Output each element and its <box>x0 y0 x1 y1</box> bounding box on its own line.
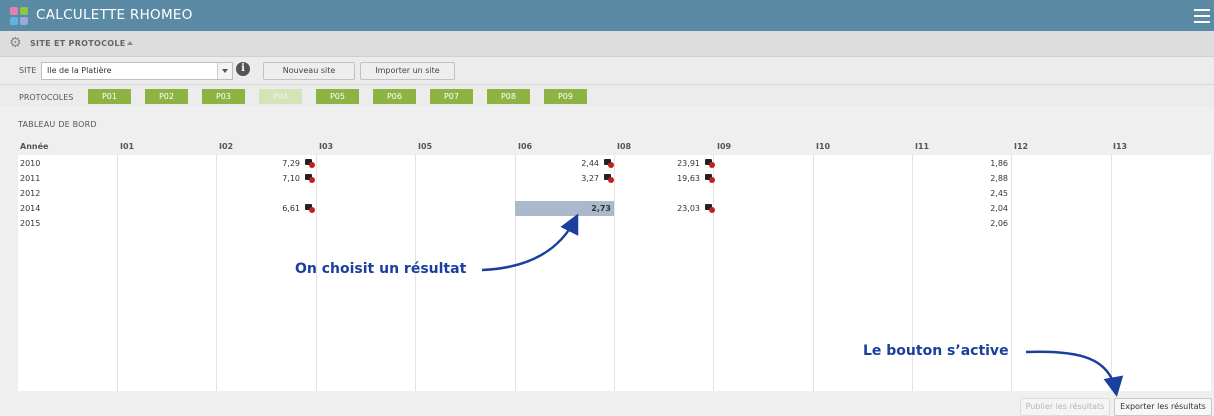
column-header-i02: I02 <box>219 142 234 151</box>
column-header-i06: I06 <box>518 142 533 151</box>
column-header-i10: I10 <box>816 142 831 151</box>
cell-2011-i02[interactable]: 7,10 <box>216 173 300 185</box>
cell-value: 2,45 <box>990 189 1008 198</box>
column-header-i08: I08 <box>617 142 632 151</box>
column-header-i13: I13 <box>1113 142 1128 151</box>
cell-value: 2,88 <box>990 174 1008 183</box>
protocol-button-p01[interactable]: P01 <box>88 89 131 104</box>
comment-icon[interactable] <box>705 204 715 213</box>
cell-2015-i11[interactable]: 2,06 <box>912 218 1008 230</box>
cell-value: 7,10 <box>282 174 300 183</box>
column-divider <box>117 155 118 391</box>
hamburger-menu-icon[interactable] <box>1194 9 1210 23</box>
column-divider <box>1011 155 1012 391</box>
column-divider <box>515 155 516 391</box>
column-header-i09: I09 <box>717 142 732 151</box>
cell-2014-i06-selected[interactable]: 2,73 <box>515 201 614 216</box>
cell-value: 2,04 <box>990 204 1008 213</box>
cell-2014-i08[interactable]: 23,03 <box>614 203 700 215</box>
comment-icon[interactable] <box>705 159 715 168</box>
dashboard: TABLEAU DE BORD Année I01 I02 I03 I05 I0… <box>0 108 1214 416</box>
comment-icon[interactable] <box>705 174 715 183</box>
protocol-button-p08[interactable]: P08 <box>487 89 530 104</box>
column-divider <box>1111 155 1112 391</box>
protocol-button-p09[interactable]: P09 <box>544 89 587 104</box>
cell-2014-i02[interactable]: 6,61 <box>216 203 300 215</box>
cell-2011-i06[interactable]: 3,27 <box>515 173 599 185</box>
cell-2010-i02[interactable]: 7,29 <box>216 158 300 170</box>
column-header-i12: I12 <box>1014 142 1029 151</box>
app-header: CALCULETTE RHOMEO <box>0 0 1214 31</box>
column-header-i01: I01 <box>120 142 135 151</box>
app-logo-icon <box>10 7 28 25</box>
protocol-button-p07[interactable]: P07 <box>430 89 473 104</box>
column-divider <box>216 155 217 391</box>
column-divider <box>713 155 714 391</box>
comment-icon[interactable] <box>305 159 315 168</box>
table-body: 2010 7,29 2,44 23,91 1,86 2011 7,10 3,27… <box>18 155 1211 391</box>
site-select[interactable]: Ile de la Platière <box>41 62 233 80</box>
cell-2014-i11[interactable]: 2,04 <box>912 203 1008 215</box>
cell-2012-i11[interactable]: 2,45 <box>912 188 1008 200</box>
section-header[interactable]: ⚙ SITE ET PROTOCOLE <box>0 31 1214 57</box>
new-site-button[interactable]: Nouveau site <box>263 62 355 80</box>
cell-value: 19,63 <box>677 174 700 183</box>
site-select-value: Ile de la Platière <box>47 66 112 75</box>
app-title: CALCULETTE RHOMEO <box>36 7 193 23</box>
cell-value: 7,29 <box>282 159 300 168</box>
section-title: SITE ET PROTOCOLE <box>30 39 126 48</box>
cell-2010-i08[interactable]: 23,91 <box>614 158 700 170</box>
comment-icon[interactable] <box>305 174 315 183</box>
protocol-button-p04: P04 <box>259 89 302 104</box>
cell-2010-i06[interactable]: 2,44 <box>515 158 599 170</box>
cell-value: 23,03 <box>677 204 700 213</box>
protocol-button-p05[interactable]: P05 <box>316 89 359 104</box>
row-year-2011: 2011 <box>20 174 41 183</box>
gear-icon: ⚙ <box>9 35 22 51</box>
dashboard-title: TABLEAU DE BORD <box>18 120 97 129</box>
annotation-button-activates: Le bouton s’active <box>863 343 1009 359</box>
comment-icon[interactable] <box>305 204 315 213</box>
annotation-choose-result: On choisit un résultat <box>295 261 467 277</box>
cell-value: 2,06 <box>990 219 1008 228</box>
row-year-2015: 2015 <box>20 219 41 228</box>
publish-results-button: Publier les résultats <box>1020 398 1110 416</box>
cell-value: 3,27 <box>581 174 599 183</box>
comment-icon[interactable] <box>604 159 614 168</box>
column-header-i03: I03 <box>319 142 334 151</box>
cell-2011-i11[interactable]: 2,88 <box>912 173 1008 185</box>
site-row: SITE Ile de la Platière i Nouveau site I… <box>0 57 1214 85</box>
row-year-2014: 2014 <box>20 204 41 213</box>
protocols-label: PROTOCOLES <box>19 93 74 102</box>
import-site-button[interactable]: Importer un site <box>360 62 455 80</box>
dropdown-arrow-icon[interactable] <box>217 63 232 79</box>
site-label: SITE <box>19 66 37 75</box>
cell-2011-i08[interactable]: 19,63 <box>614 173 700 185</box>
column-header-annee: Année <box>20 142 49 151</box>
cell-value: 1,86 <box>990 159 1008 168</box>
column-divider <box>813 155 814 391</box>
protocol-row: PROTOCOLES P01 P02 P03 P04 P05 P06 P07 P… <box>0 85 1214 107</box>
column-header-i05: I05 <box>418 142 433 151</box>
cell-2010-i11[interactable]: 1,86 <box>912 158 1008 170</box>
table-header: Année I01 I02 I03 I05 I06 I08 I09 I10 I1… <box>18 138 1211 155</box>
protocol-button-p03[interactable]: P03 <box>202 89 245 104</box>
cell-value: 2,44 <box>581 159 599 168</box>
cell-value: 2,73 <box>591 204 611 213</box>
protocol-button-p06[interactable]: P06 <box>373 89 416 104</box>
column-divider <box>614 155 615 391</box>
cell-value: 23,91 <box>677 159 700 168</box>
export-results-button[interactable]: Exporter les résultats <box>1114 398 1212 416</box>
protocol-button-p02[interactable]: P02 <box>145 89 188 104</box>
results-table: Année I01 I02 I03 I05 I06 I08 I09 I10 I1… <box>18 138 1211 391</box>
info-icon[interactable]: i <box>236 62 250 76</box>
comment-icon[interactable] <box>604 174 614 183</box>
row-year-2010: 2010 <box>20 159 41 168</box>
cell-value: 6,61 <box>282 204 300 213</box>
column-header-i11: I11 <box>915 142 930 151</box>
collapse-caret-icon[interactable] <box>127 41 133 45</box>
row-year-2012: 2012 <box>20 189 41 198</box>
